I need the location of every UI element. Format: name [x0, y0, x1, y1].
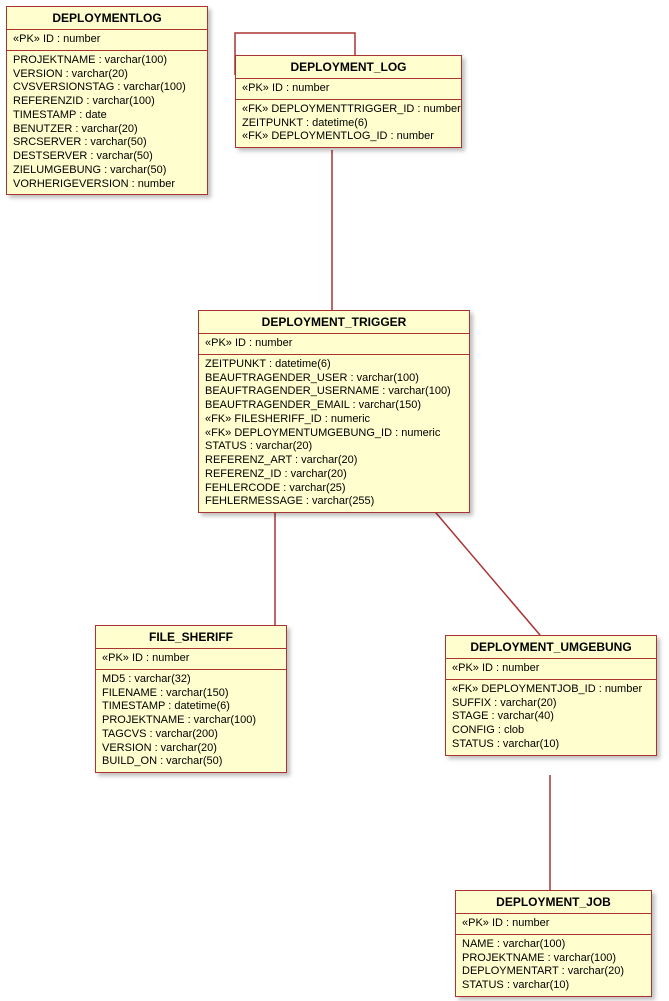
entity-body: PROJEKTNAME : varchar(100) VERSION : var…	[7, 51, 207, 195]
field-row: STATUS : varchar(10)	[452, 738, 650, 752]
field-row: FILENAME : varchar(150)	[102, 687, 280, 701]
field-row: VORHERIGEVERSION : number	[13, 178, 201, 192]
field-row: DEPLOYMENTART : varchar(20)	[462, 965, 645, 979]
entity-deployment-log: DEPLOYMENT_LOG «PK» ID : number «FK» DEP…	[235, 55, 462, 148]
field-row: ZEITPUNKT : datetime(6)	[205, 358, 463, 372]
entity-deployment-job: DEPLOYMENT_JOB «PK» ID : number NAME : v…	[455, 890, 652, 997]
entity-title: DEPLOYMENT_TRIGGER	[199, 311, 469, 334]
entity-title: DEPLOYMENTLOG	[7, 7, 207, 30]
entity-body: ZEITPUNKT : datetime(6) BEAUFTRAGENDER_U…	[199, 355, 469, 512]
field-row: STATUS : varchar(20)	[205, 440, 463, 454]
entity-body: NAME : varchar(100) PROJEKTNAME : varcha…	[456, 935, 651, 996]
field-row: PROJEKTNAME : varchar(100)	[462, 952, 645, 966]
pk-row: «PK» ID : number	[13, 33, 201, 47]
field-row: BEAUFTRAGENDER_EMAIL : varchar(150)	[205, 399, 463, 413]
entity-title: DEPLOYMENT_LOG	[236, 56, 461, 79]
field-row: «FK» DEPLOYMENTTRIGGER_ID : number	[242, 103, 455, 117]
field-row: MD5 : varchar(32)	[102, 673, 280, 687]
pk-row: «PK» ID : number	[462, 917, 645, 931]
entity-title: FILE_SHERIFF	[96, 626, 286, 649]
entity-body: MD5 : varchar(32) FILENAME : varchar(150…	[96, 670, 286, 772]
field-row: VERSION : varchar(20)	[102, 742, 280, 756]
field-row: BEAUFTRAGENDER_USERNAME : varchar(100)	[205, 385, 463, 399]
pk-row: «PK» ID : number	[102, 652, 280, 666]
field-row: PROJEKTNAME : varchar(100)	[102, 714, 280, 728]
field-row: ZIELUMGEBUNG : varchar(50)	[13, 164, 201, 178]
field-row: CONFIG : clob	[452, 724, 650, 738]
field-row: BEAUFTRAGENDER_USER : varchar(100)	[205, 372, 463, 386]
field-row: REFERENZID : varchar(100)	[13, 95, 201, 109]
pk-row: «PK» ID : number	[452, 662, 650, 676]
field-row: CVSVERSIONSTAG : varchar(100)	[13, 81, 201, 95]
pk-row: «PK» ID : number	[242, 82, 455, 96]
field-row: FEHLERMESSAGE : varchar(255)	[205, 495, 463, 509]
field-row: STAGE : varchar(40)	[452, 710, 650, 724]
field-row: REFERENZ_ID : varchar(20)	[205, 468, 463, 482]
field-row: BENUTZER : varchar(20)	[13, 123, 201, 137]
pk-row: «PK» ID : number	[205, 337, 463, 351]
field-row: «FK» DEPLOYMENTUMGEBUNG_ID : numeric	[205, 427, 463, 441]
field-row: «FK» DEPLOYMENTLOG_ID : number	[242, 130, 455, 144]
field-row: «FK» FILESHERIFF_ID : numeric	[205, 413, 463, 427]
field-row: SUFFIX : varchar(20)	[452, 697, 650, 711]
entity-body: «FK» DEPLOYMENTJOB_ID : number SUFFIX : …	[446, 680, 656, 755]
entity-title: DEPLOYMENT_JOB	[456, 891, 651, 914]
entity-title: DEPLOYMENT_UMGEBUNG	[446, 636, 656, 659]
field-row: TAGCVS : varchar(200)	[102, 728, 280, 742]
entity-deploymentlog: DEPLOYMENTLOG «PK» ID : number PROJEKTNA…	[6, 6, 208, 195]
field-row: TIMESTAMP : datetime(6)	[102, 700, 280, 714]
field-row: BUILD_ON : varchar(50)	[102, 755, 280, 769]
field-row: TIMESTAMP : date	[13, 109, 201, 123]
field-row: REFERENZ_ART : varchar(20)	[205, 454, 463, 468]
entity-deployment-umgebung: DEPLOYMENT_UMGEBUNG «PK» ID : number «FK…	[445, 635, 657, 756]
field-row: ZEITPUNKT : datetime(6)	[242, 117, 455, 131]
field-row: STATUS : varchar(10)	[462, 979, 645, 993]
entity-file-sheriff: FILE_SHERIFF «PK» ID : number MD5 : varc…	[95, 625, 287, 773]
field-row: «FK» DEPLOYMENTJOB_ID : number	[452, 683, 650, 697]
field-row: VERSION : varchar(20)	[13, 68, 201, 82]
field-row: DESTSERVER : varchar(50)	[13, 150, 201, 164]
field-row: FEHLERCODE : varchar(25)	[205, 482, 463, 496]
field-row: NAME : varchar(100)	[462, 938, 645, 952]
field-row: PROJEKTNAME : varchar(100)	[13, 54, 201, 68]
entity-body: «FK» DEPLOYMENTTRIGGER_ID : number ZEITP…	[236, 100, 461, 147]
entity-deployment-trigger: DEPLOYMENT_TRIGGER «PK» ID : number ZEIT…	[198, 310, 470, 513]
field-row: SRCSERVER : varchar(50)	[13, 136, 201, 150]
